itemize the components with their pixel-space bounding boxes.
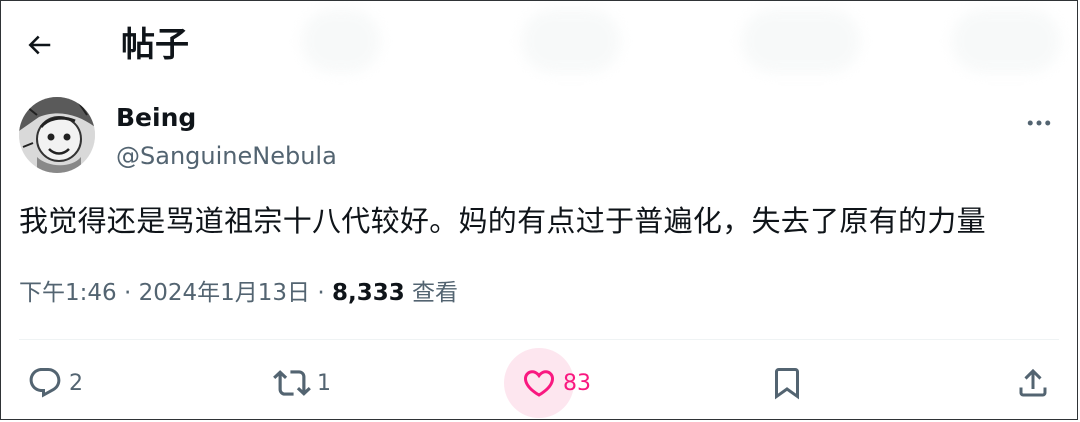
share-icon [1015,365,1051,401]
avatar[interactable] [19,97,95,173]
reply-icon [27,365,63,401]
page-header: 帖子 [1,1,1077,89]
meta-separator: · [310,280,332,306]
retweet-count: 1 [317,370,331,396]
more-options-button[interactable] [1019,103,1059,143]
tweet-date[interactable]: 2024年1月13日 [139,280,310,306]
meta-separator: · [116,280,139,306]
tweet-text: 我觉得还是骂道祖宗十八代较好。妈的有点过于普遍化，失去了原有的力量 [19,204,986,238]
reply-count: 2 [69,370,83,396]
action-bar: 2 1 83 [1,344,1077,419]
divider [19,339,1059,340]
page-title: 帖子 [121,25,189,65]
author-display-name[interactable]: Being [116,101,196,135]
heart-icon [521,365,557,401]
tweet-meta: 下午1:46 · 2024年1月13日 · 8,333 查看 [19,273,458,313]
reply-button[interactable]: 2 [27,344,83,419]
like-count: 83 [563,370,591,396]
views-label: 查看 [404,280,459,306]
bookmark-icon [769,365,805,401]
arrow-left-icon [24,30,54,60]
like-button[interactable]: 83 [521,344,591,419]
more-horizontal-icon [1024,108,1054,138]
retweet-button[interactable]: 1 [273,344,331,419]
tweet-time[interactable]: 下午1:46 [19,280,117,306]
back-button[interactable] [19,25,59,65]
author-handle[interactable]: @SanguineNebula [116,139,337,173]
author-row: Being @SanguineNebula [19,97,1059,177]
share-button[interactable] [1015,344,1051,419]
tweet-detail-panel: 帖子 Being @SanguineNebula 我觉得还是骂道祖宗十八代较好。… [0,0,1078,420]
retweet-icon [273,364,311,402]
views-count: 8,333 [331,280,405,306]
bookmark-button[interactable] [769,344,805,419]
